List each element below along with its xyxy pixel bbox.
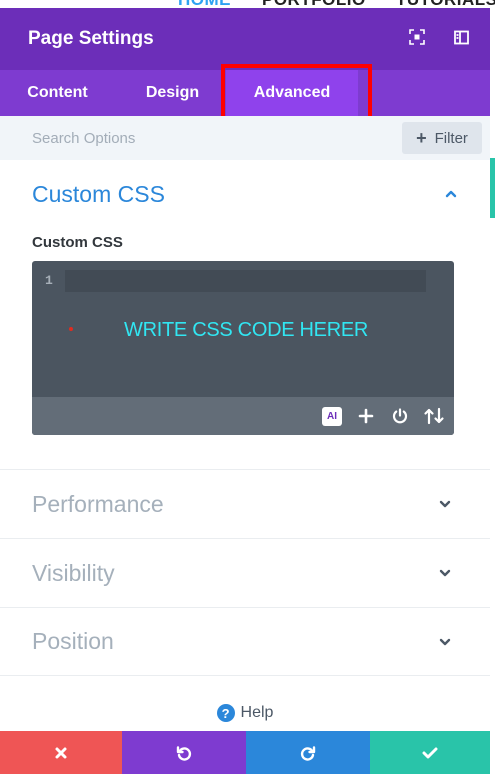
modal-footer bbox=[0, 731, 490, 774]
search-input[interactable] bbox=[32, 129, 332, 147]
page-settings-modal: Page Settings Content Design Advanced Se… bbox=[0, 8, 490, 774]
background-site-nav: HOME PORTFOLIO TUTORIALS bbox=[0, 0, 495, 8]
filter-button[interactable]: + Filter bbox=[402, 122, 482, 154]
background-site-accent bbox=[490, 158, 495, 218]
undo-icon bbox=[176, 745, 192, 761]
filter-label: Filter bbox=[434, 129, 468, 147]
annotation-text: WRITE CSS CODE HERER bbox=[124, 319, 369, 341]
plus-icon[interactable] bbox=[355, 405, 377, 427]
editor-toolbar: AI bbox=[32, 397, 454, 435]
chevron-down-icon[interactable] bbox=[438, 566, 452, 580]
chevron-up-icon[interactable] bbox=[444, 187, 458, 201]
ai-badge: AI bbox=[322, 406, 342, 426]
tab-design[interactable]: Design bbox=[115, 70, 230, 116]
help-icon: ? bbox=[216, 704, 235, 722]
custom-css-section-header[interactable]: Custom CSS bbox=[32, 160, 458, 228]
save-button[interactable] bbox=[370, 731, 490, 774]
line-number: 1 bbox=[45, 273, 53, 288]
section-performance[interactable]: Performance bbox=[0, 469, 490, 538]
custom-css-section: Custom CSS Custom CSS 1 WRITE CSS CODE H… bbox=[0, 160, 490, 435]
close-icon bbox=[55, 747, 67, 758]
help-label: Help bbox=[240, 704, 274, 721]
custom-css-section-title: Custom CSS bbox=[32, 180, 165, 207]
css-code-editor[interactable]: 1 WRITE CSS CODE HERER AI bbox=[32, 261, 454, 435]
bg-nav-home: HOME bbox=[178, 0, 231, 8]
fullscreen-icon[interactable] bbox=[408, 28, 426, 46]
section-visibility[interactable]: Visibility bbox=[0, 538, 490, 607]
sidebar-split-icon[interactable] bbox=[452, 28, 470, 46]
checkmark-icon bbox=[422, 747, 438, 758]
tab-advanced[interactable]: Advanced bbox=[226, 70, 358, 116]
undo-button[interactable] bbox=[122, 731, 246, 774]
section-position[interactable]: Position bbox=[0, 607, 490, 676]
bg-nav-tutorials: TUTORIALS bbox=[396, 0, 495, 8]
custom-css-field-label: Custom CSS bbox=[32, 234, 123, 251]
chevron-down-icon[interactable] bbox=[438, 497, 452, 511]
cursor-marker bbox=[69, 327, 73, 331]
section-performance-title: Performance bbox=[32, 490, 164, 517]
search-bar: + Filter bbox=[0, 116, 490, 160]
active-line[interactable] bbox=[65, 270, 426, 292]
background-site-edge bbox=[490, 8, 495, 774]
plus-icon: + bbox=[416, 128, 427, 148]
chevron-down-icon[interactable] bbox=[438, 635, 452, 649]
redo-icon bbox=[300, 745, 316, 761]
modal-header[interactable]: Page Settings bbox=[0, 8, 490, 70]
power-icon[interactable] bbox=[389, 405, 411, 427]
sort-icon[interactable] bbox=[423, 405, 445, 427]
bg-nav-portfolio: PORTFOLIO bbox=[262, 0, 366, 8]
modal-title: Page Settings bbox=[28, 28, 154, 49]
tab-content[interactable]: Content bbox=[0, 70, 115, 116]
ai-icon[interactable]: AI bbox=[321, 405, 343, 427]
section-visibility-title: Visibility bbox=[32, 559, 115, 586]
section-position-title: Position bbox=[32, 628, 114, 654]
redo-button[interactable] bbox=[246, 731, 370, 774]
cancel-button[interactable] bbox=[0, 731, 122, 774]
help-link[interactable]: ? Help bbox=[0, 704, 490, 722]
tab-bar: Content Design Advanced bbox=[0, 64, 490, 122]
